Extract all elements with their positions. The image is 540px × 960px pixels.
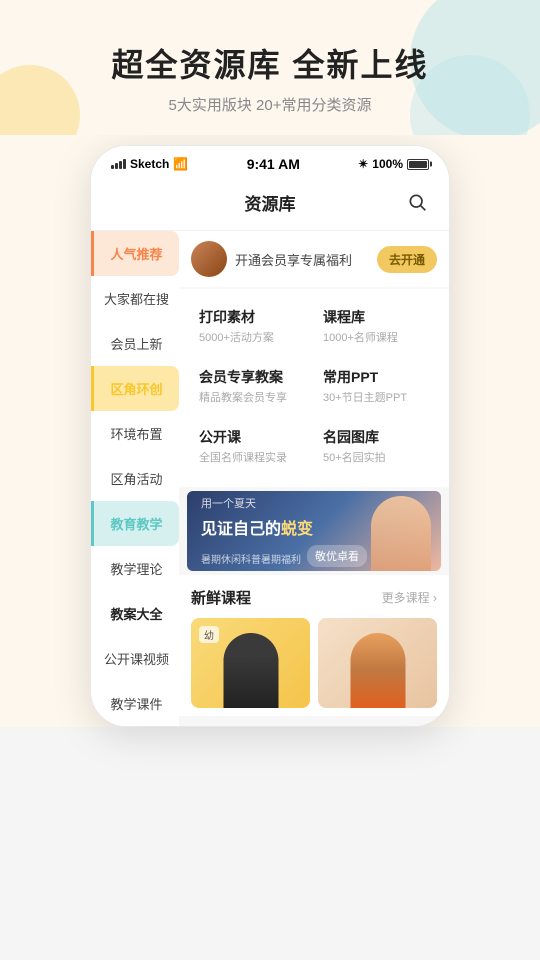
resource-name-lesson-plan: 会员专享教案 xyxy=(199,367,305,387)
sidebar-label-open-class: 公开课视频 xyxy=(104,652,169,667)
resource-desc-lesson-plan: 精品教案会员专享 xyxy=(199,389,305,405)
sidebar-item-courseware[interactable]: 教学课件 xyxy=(91,681,179,726)
sidebar-item-edu[interactable]: 教育教学 xyxy=(91,501,179,546)
status-right: ✴ 100% xyxy=(358,157,429,171)
course-person-2 xyxy=(350,633,405,708)
battery-fill xyxy=(409,161,427,168)
signal-bar-4 xyxy=(123,159,126,169)
sidebar-item-activity[interactable]: 区角活动 xyxy=(91,456,179,501)
sidebar-item-trending[interactable]: 大家都在搜 xyxy=(91,276,179,321)
battery-percent: 100% xyxy=(372,157,403,171)
sidebar-label-theory: 教学理论 xyxy=(110,562,162,577)
promo-subtitle: 5大实用版块 20+常用分类资源 xyxy=(20,94,520,115)
sidebar-item-popular[interactable]: 人气推荐 xyxy=(91,231,179,276)
sidebar-label-corner: 区角环创 xyxy=(110,382,162,397)
signal-bar-2 xyxy=(115,163,118,169)
section-header: 新鲜课程 更多课程 › xyxy=(191,587,437,608)
sidebar-item-lesson[interactable]: 教案大全 xyxy=(91,591,179,636)
battery-icon xyxy=(407,159,429,170)
phone-mockup: Sketch 📶 9:41 AM ✴ 100% 资源库 xyxy=(90,145,450,727)
wifi-icon: 📶 xyxy=(173,157,188,171)
banner-text-area: 用一个夏天 见证自己的蜕变 暑期休闲科普暑期福利 敬优卓看 xyxy=(201,495,427,567)
signal-bars xyxy=(111,159,126,169)
resource-item-ppt[interactable]: 常用PPT 30+节日主题PPT xyxy=(315,357,437,415)
sidebar-label-env: 环境布置 xyxy=(110,427,162,442)
sidebar-item-member-new[interactable]: 会员上新 xyxy=(91,321,179,366)
status-bar: Sketch 📶 9:41 AM ✴ 100% xyxy=(91,146,449,178)
sidebar: 人气推荐 大家都在搜 会员上新 区角环创 环境布置 区角活动 教 xyxy=(91,231,179,726)
banner-cta[interactable]: 敬优卓看 xyxy=(307,545,367,567)
banner-main-text: 见证自己的蜕变 xyxy=(201,515,427,539)
resource-name-course-lib: 课程库 xyxy=(323,307,429,327)
resource-name-ppt: 常用PPT xyxy=(323,367,429,387)
resource-item-print[interactable]: 打印素材 5000+活动方案 xyxy=(191,297,313,355)
sidebar-label-edu: 教育教学 xyxy=(110,517,162,532)
promo-banner[interactable]: 用一个夏天 见证自己的蜕变 暑期休闲科普暑期福利 敬优卓看 xyxy=(187,491,441,571)
course-person-1 xyxy=(223,633,278,708)
sidebar-label-popular: 人气推荐 xyxy=(110,247,162,262)
content-area: 开通会员享专属福利 去开通 打印素材 5000+活动方案 课程库 1000+名师… xyxy=(179,231,449,726)
avatar-image xyxy=(191,241,227,277)
resource-desc-print: 5000+活动方案 xyxy=(199,329,305,345)
sidebar-label-courseware: 教学课件 xyxy=(110,697,162,712)
time-display: 9:41 AM xyxy=(247,156,300,172)
signal-bar-1 xyxy=(111,165,114,169)
resource-item-lesson-plan[interactable]: 会员专享教案 精品教案会员专享 xyxy=(191,357,313,415)
sidebar-item-env[interactable]: 环境布置 xyxy=(91,411,179,456)
section-title: 新鲜课程 xyxy=(191,587,251,608)
sidebar-label-lesson: 教案大全 xyxy=(110,607,162,622)
signal-bar-3 xyxy=(119,161,122,169)
course-cards: 幼 xyxy=(191,618,437,708)
resource-item-course-lib[interactable]: 课程库 1000+名师课程 xyxy=(315,297,437,355)
sidebar-item-theory[interactable]: 教学理论 xyxy=(91,546,179,591)
more-courses-link[interactable]: 更多课程 › xyxy=(382,589,437,606)
search-button[interactable] xyxy=(401,186,433,218)
resource-name-print: 打印素材 xyxy=(199,307,305,327)
app-header: 资源库 xyxy=(91,178,449,231)
sidebar-item-open-class[interactable]: 公开课视频 xyxy=(91,636,179,681)
resource-desc-course-lib: 1000+名师课程 xyxy=(323,329,429,345)
status-left: Sketch 📶 xyxy=(111,157,188,171)
resource-desc-open-course: 全国名师课程实录 xyxy=(199,449,305,465)
member-banner: 开通会员享专属福利 去开通 xyxy=(179,231,449,287)
resource-desc-gallery: 50+名园实拍 xyxy=(323,449,429,465)
app-title: 资源库 xyxy=(139,190,401,215)
course-label-1: 幼 xyxy=(199,626,219,643)
resource-desc-ppt: 30+节日主题PPT xyxy=(323,389,429,405)
course-card-1[interactable]: 幼 xyxy=(191,618,310,708)
bluetooth-icon: ✴ xyxy=(358,157,368,171)
promo-header: 超全资源库 全新上线 5大实用版块 20+常用分类资源 xyxy=(0,0,540,135)
resource-grid: 打印素材 5000+活动方案 课程库 1000+名师课程 会员专享教案 精品教案… xyxy=(179,289,449,487)
activate-button[interactable]: 去开通 xyxy=(377,246,437,273)
sidebar-label-trending: 大家都在搜 xyxy=(104,292,169,307)
phone-wrapper: Sketch 📶 9:41 AM ✴ 100% 资源库 xyxy=(0,135,540,727)
avatar xyxy=(191,241,227,277)
sidebar-item-corner[interactable]: 区角环创 xyxy=(91,366,179,411)
resource-name-open-course: 公开课 xyxy=(199,427,305,447)
main-content: 人气推荐 大家都在搜 会员上新 区角环创 环境布置 区角活动 教 xyxy=(91,231,449,726)
banner-highlight: 蜕变 xyxy=(281,521,313,538)
resource-item-open-course[interactable]: 公开课 全国名师课程实录 xyxy=(191,417,313,475)
promo-title: 超全资源库 全新上线 xyxy=(20,40,520,86)
banner-sub: 暑期休闲科普暑期福利 xyxy=(201,551,301,566)
sidebar-label-activity: 区角活动 xyxy=(110,472,162,487)
course-card-2[interactable] xyxy=(318,618,437,708)
resource-name-gallery: 名园图库 xyxy=(323,427,429,447)
sidebar-label-member-new: 会员上新 xyxy=(110,337,162,352)
new-courses-section: 新鲜课程 更多课程 › 幼 xyxy=(179,575,449,716)
banner-tag: 用一个夏天 xyxy=(201,495,427,511)
member-text: 开通会员享专属福利 xyxy=(235,250,369,269)
resource-item-gallery[interactable]: 名园图库 50+名园实拍 xyxy=(315,417,437,475)
carrier-label: Sketch xyxy=(130,157,169,171)
